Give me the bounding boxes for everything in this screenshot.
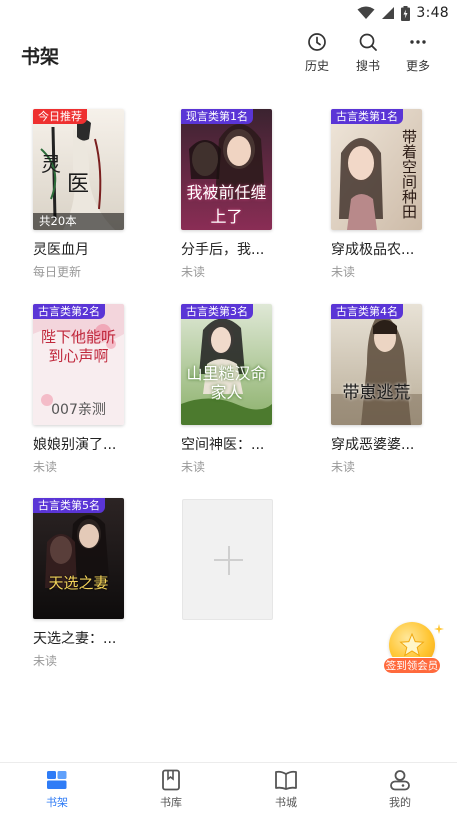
cover-title: 带着空间种田 [400,129,418,219]
sign-in-label: 签到领会员 [383,657,441,674]
cover-subtitle: 007亲测 [51,402,106,418]
book-status: 未读 [331,460,356,474]
book-badge: 现言类第1名 [181,109,253,124]
page-title: 书架 [21,46,60,68]
cover-title: 带崽逃荒 [342,383,411,403]
search-button[interactable]: 搜书 [346,32,390,82]
cover-art [33,498,124,619]
book-cover[interactable]: 现言类第1名 我被前任缠上了 [181,109,272,230]
nav-label: 书城 [275,796,297,809]
status-bar: 3:48 [0,0,457,26]
cover-title: 我被前任缠上了 [186,183,267,226]
book-item[interactable]: 古言类第2名 陛下他能听到心声啊 007亲测 娘娘别演了... 未读 [33,304,153,475]
book-item[interactable]: 灵 医 今日推荐 共20本 灵医血月 每日更新 [33,109,153,280]
wifi-icon [357,6,375,19]
book-title: 穿成恶婆婆... [331,437,415,453]
book-cover[interactable]: 古言类第1名 带着空间种田 [331,109,422,230]
nav-profile[interactable]: 我的 [370,769,430,810]
book-title: 娘娘别演了... [33,437,117,453]
book-title: 天选之妻：... [33,631,117,647]
status-icons: 3:48 [357,3,449,23]
book-cover[interactable]: 古言类第4名 带崽逃荒 [331,304,422,425]
battery-icon [401,5,411,21]
nav-label: 书架 [46,796,68,809]
book-status: 未读 [33,654,58,668]
cover-title: 陛下他能听到心声啊 [40,328,116,365]
book-status: 未读 [181,460,206,474]
sparkle-icon [434,624,444,634]
book-status: 每日更新 [33,265,82,279]
book-cover[interactable]: 灵 医 今日推荐 共20本 [33,109,124,230]
book-title: 分手后，我... [181,242,265,258]
book-status: 未读 [331,265,356,279]
book-title: 穿成极品农... [331,242,415,258]
svg-text:灵: 灵 [41,152,61,176]
chapter-count: 共20本 [33,213,124,230]
bottom-nav: 书架 书库 书城 我的 [0,762,457,814]
svg-text:医: 医 [67,172,89,197]
app-header: 书架 历史 搜书 更多 [0,26,457,86]
bookshelf-icon [47,771,67,789]
signal-icon [382,7,395,19]
book-item[interactable]: 现言类第1名 我被前任缠上了 分手后，我... 未读 [181,109,301,280]
add-book-button[interactable] [182,499,273,620]
book-status: 未读 [181,265,206,279]
profile-icon [390,770,410,791]
history-label: 历史 [304,59,329,73]
book-badge: 古言类第1名 [331,109,403,124]
more-label: 更多 [405,59,430,73]
book-cover[interactable]: 古言类第5名 天选之妻 [33,498,124,619]
library-icon [162,769,180,791]
cover-title: 天选之妻 [48,574,109,592]
book-cover[interactable]: 古言类第3名 山里糙汉命家人 [181,304,272,425]
search-label: 搜书 [355,59,380,73]
clock-icon [308,33,326,51]
book-badge: 古言类第5名 [33,498,105,513]
book-status: 未读 [33,460,58,474]
book-cover[interactable]: 古言类第2名 陛下他能听到心声啊 007亲测 [33,304,124,425]
book-badge: 今日推荐 [33,109,87,124]
book-item[interactable]: 古言类第1名 带着空间种田 穿成极品农... 未读 [331,109,451,280]
nav-label: 我的 [389,796,411,809]
cover-title: 山里糙汉命家人 [186,364,267,402]
more-button[interactable]: 更多 [396,32,440,82]
nav-label: 书库 [160,796,182,809]
book-badge: 古言类第2名 [33,304,105,319]
cover-art: 灵 医 [33,109,124,230]
status-time: 3:48 [416,5,449,21]
nav-bookstore[interactable]: 书城 [256,769,316,810]
nav-bookshelf[interactable]: 书架 [27,769,87,810]
book-badge: 古言类第4名 [331,304,403,319]
sign-in-reward-button[interactable]: 签到领会员 [380,620,444,678]
book-title: 空间神医：... [181,437,265,453]
search-icon [359,33,377,51]
nav-library[interactable]: 书库 [141,769,201,810]
book-item[interactable]: 古言类第4名 带崽逃荒 穿成恶婆婆... 未读 [331,304,451,475]
open-book-icon [275,770,297,790]
history-button[interactable]: 历史 [295,32,339,82]
cover-art [331,304,422,425]
book-badge: 古言类第3名 [181,304,253,319]
book-item[interactable]: 古言类第5名 天选之妻 天选之妻：... 未读 [33,498,153,669]
book-item[interactable]: 古言类第3名 山里糙汉命家人 空间神医：... 未读 [181,304,301,475]
book-title: 灵医血月 [33,242,89,258]
more-dots-icon [410,40,426,44]
